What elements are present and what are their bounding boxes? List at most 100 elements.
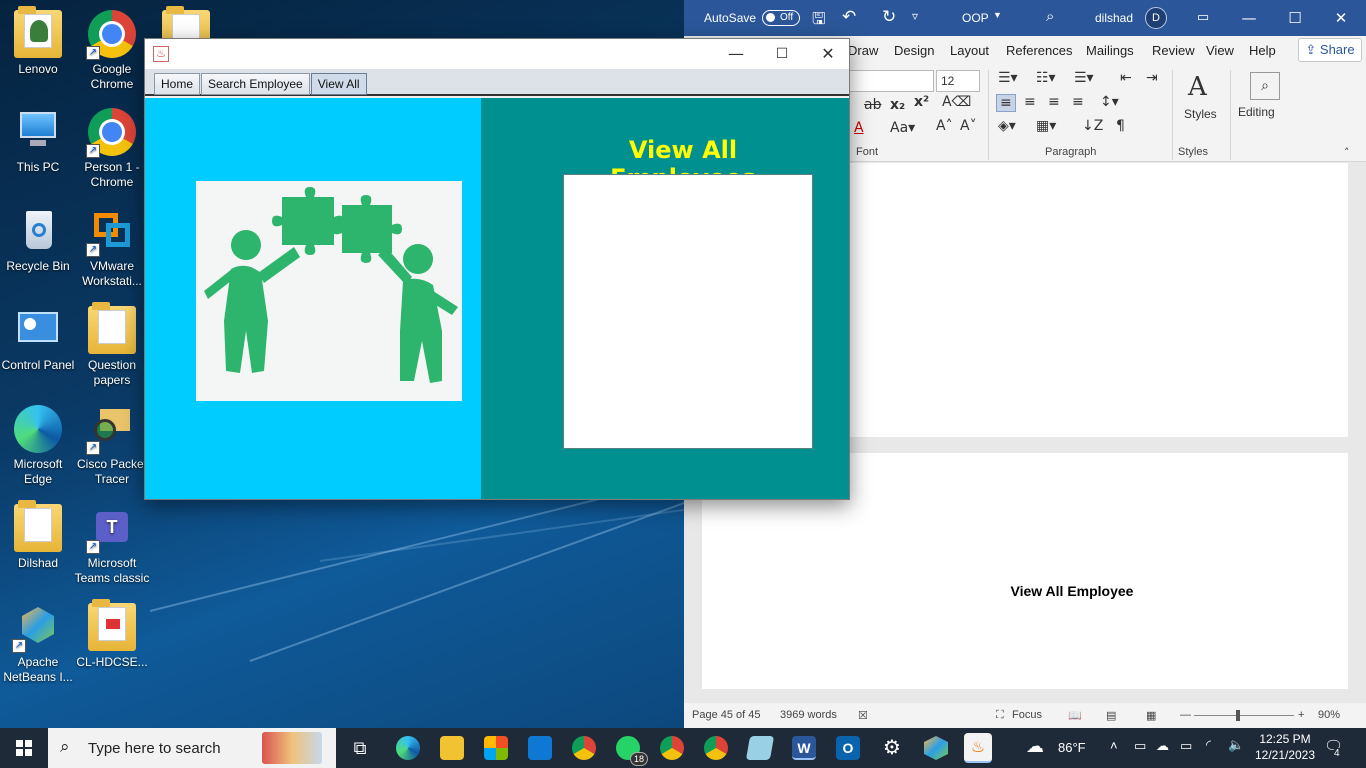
start-button[interactable] [0, 728, 48, 768]
zoom-slider-thumb[interactable] [1236, 710, 1240, 721]
netbeans-taskbar-icon[interactable] [924, 736, 948, 760]
tab-view[interactable]: View [1206, 43, 1234, 58]
font-size-field[interactable]: 12 [936, 70, 980, 92]
word-taskbar-icon[interactable]: W [792, 736, 816, 760]
tab-review[interactable]: Review [1152, 43, 1195, 58]
document-name[interactable]: OOP [962, 11, 989, 25]
volume-icon[interactable]: 🔈 [1228, 737, 1244, 753]
close-button[interactable]: ✕ [1318, 0, 1364, 36]
share-button[interactable]: ⇪ Share [1298, 38, 1362, 62]
numbering-icon[interactable]: ☷▾ [1036, 70, 1056, 86]
mail-icon[interactable] [528, 736, 552, 760]
java-taskbar-icon[interactable]: ♨ [964, 733, 992, 763]
maximize-button[interactable]: ☐ [1272, 0, 1318, 36]
battery-icon[interactable]: ▭ [1180, 738, 1192, 754]
meet-now-icon[interactable]: ▭ [1134, 738, 1146, 754]
search-icon[interactable]: ⌕ [1046, 8, 1054, 25]
tab-layout[interactable]: Layout [950, 43, 989, 58]
desktop-icon-teams[interactable]: T ↗ Microsoft Teams classic [74, 504, 150, 586]
minimize-button[interactable]: — [713, 39, 759, 69]
read-mode-icon[interactable]: 📖 [1068, 709, 1082, 722]
tab-help[interactable]: Help [1249, 43, 1276, 58]
redo-icon[interactable]: ↻ [882, 7, 896, 27]
font-color-icon[interactable]: A [854, 120, 864, 136]
zoom-in-icon[interactable]: + [1298, 709, 1304, 721]
desktop-icon-this-pc[interactable]: This PC [0, 108, 76, 175]
save-icon[interactable]: 🖫 [812, 8, 826, 35]
styles-gallery-icon[interactable]: A [1188, 72, 1207, 102]
desktop-icon-cisco-packet-tracer[interactable]: ↗ Cisco Packet Tracer [74, 405, 150, 487]
wifi-icon[interactable]: ◜ [1206, 737, 1211, 753]
collapse-ribbon-icon[interactable]: ˄ [1344, 146, 1350, 159]
chrome-profile-taskbar-icon[interactable] [660, 736, 684, 760]
multilevel-list-icon[interactable]: ☰▾ [1074, 70, 1094, 86]
minimize-button[interactable]: — [1226, 0, 1272, 36]
shading-icon[interactable]: ◈▾ [998, 118, 1016, 134]
weather-temperature[interactable]: 86°F [1058, 740, 1086, 755]
tab-design[interactable]: Design [894, 43, 934, 58]
align-right-icon[interactable]: ≡ [1048, 94, 1060, 110]
autosave-toggle[interactable]: Off [762, 10, 800, 26]
strikethrough-icon[interactable]: ab [864, 97, 881, 113]
change-case-icon[interactable]: Aa▾ [890, 120, 915, 136]
chrome-profile-taskbar-icon[interactable] [704, 736, 728, 760]
grow-font-icon[interactable]: A˄ [936, 118, 953, 134]
document-page[interactable] [850, 163, 1348, 437]
ribbon-display-icon[interactable]: ▭ [1180, 0, 1226, 36]
borders-icon[interactable]: ▦▾ [1036, 118, 1056, 134]
customize-qat-icon[interactable]: ▿ [912, 9, 918, 23]
desktop-icon-cl-hdcse[interactable]: CL-HDCSE... [74, 599, 150, 670]
settings-gear-icon[interactable]: ⚙ [880, 736, 904, 760]
word-count[interactable]: 3969 words [780, 709, 837, 721]
employee-list-area[interactable] [563, 174, 813, 449]
bullets-icon[interactable]: ☰▾ [998, 70, 1018, 86]
desktop-icon-vmware[interactable]: ↗ VMware Workstati... [74, 207, 150, 289]
shrink-font-icon[interactable]: A˅ [960, 118, 977, 134]
desktop-icon-recycle-bin[interactable]: Recycle Bin [0, 207, 76, 274]
clear-formatting-icon[interactable]: A⌫ [942, 94, 971, 110]
desktop-icon-person1-chrome[interactable]: ↗ Person 1 - Chrome [74, 108, 150, 190]
line-spacing-icon[interactable]: ↕▾ [1100, 94, 1119, 110]
decrease-indent-icon[interactable]: ⇤ [1120, 70, 1132, 86]
tab-mailings[interactable]: Mailings [1086, 43, 1134, 58]
tab-search-employee[interactable]: Search Employee [201, 73, 310, 95]
tab-references[interactable]: References [1006, 43, 1072, 58]
desktop-icon-question-papers[interactable]: Question papers [74, 302, 150, 388]
chevron-up-icon[interactable]: ˄ [1110, 738, 1118, 753]
styles-button-label[interactable]: Styles [1184, 107, 1217, 121]
sort-icon[interactable]: ↓Z [1082, 118, 1103, 134]
print-layout-icon[interactable]: ▤ [1106, 709, 1116, 722]
show-formatting-icon[interactable]: ¶ [1116, 118, 1125, 134]
tab-draw[interactable]: Draw [848, 43, 878, 58]
web-layout-icon[interactable]: ▦ [1146, 709, 1156, 722]
zoom-level[interactable]: 90% [1318, 709, 1340, 721]
tab-view-all[interactable]: View All [310, 73, 367, 95]
superscript-icon[interactable]: x² [914, 94, 929, 110]
close-button[interactable]: ✕ [805, 39, 851, 69]
clock[interactable]: 12:25 PM 12/21/2023 [1250, 731, 1320, 763]
zoom-slider[interactable] [1194, 710, 1294, 721]
justify-icon[interactable]: ≡ [1072, 94, 1084, 110]
tab-home[interactable]: Home [154, 73, 201, 95]
desktop-icon-lenovo[interactable]: Lenovo [0, 6, 76, 77]
font-name-field[interactable] [848, 70, 934, 92]
focus-button[interactable]: Focus [1012, 709, 1042, 721]
chrome-taskbar-icon[interactable] [572, 736, 596, 760]
notes-icon[interactable] [745, 736, 775, 760]
user-name[interactable]: dilshad [1095, 11, 1133, 25]
store-icon[interactable] [484, 736, 508, 760]
undo-icon[interactable]: ↶ [842, 7, 856, 27]
desktop-icon-netbeans[interactable]: ↗ Apache NetBeans I... [0, 603, 76, 685]
maximize-button[interactable]: ☐ [759, 39, 805, 69]
desktop-icon-edge[interactable]: Microsoft Edge [0, 405, 76, 487]
align-center-icon[interactable]: ≡ [1024, 94, 1036, 110]
find-icon[interactable]: ⌕ [1250, 72, 1280, 100]
focus-icon[interactable]: ⛶ [996, 709, 1004, 722]
accessibility-icon[interactable]: ☒ [858, 709, 868, 722]
whatsapp-icon[interactable]: 18 [616, 736, 648, 766]
increase-indent-icon[interactable]: ⇥ [1146, 70, 1158, 86]
zoom-out-icon[interactable]: — [1180, 709, 1191, 721]
desktop-icon-dilshad[interactable]: Dilshad [0, 500, 76, 571]
file-explorer-icon[interactable] [440, 736, 464, 760]
align-left-icon[interactable]: ≡ [996, 94, 1016, 112]
